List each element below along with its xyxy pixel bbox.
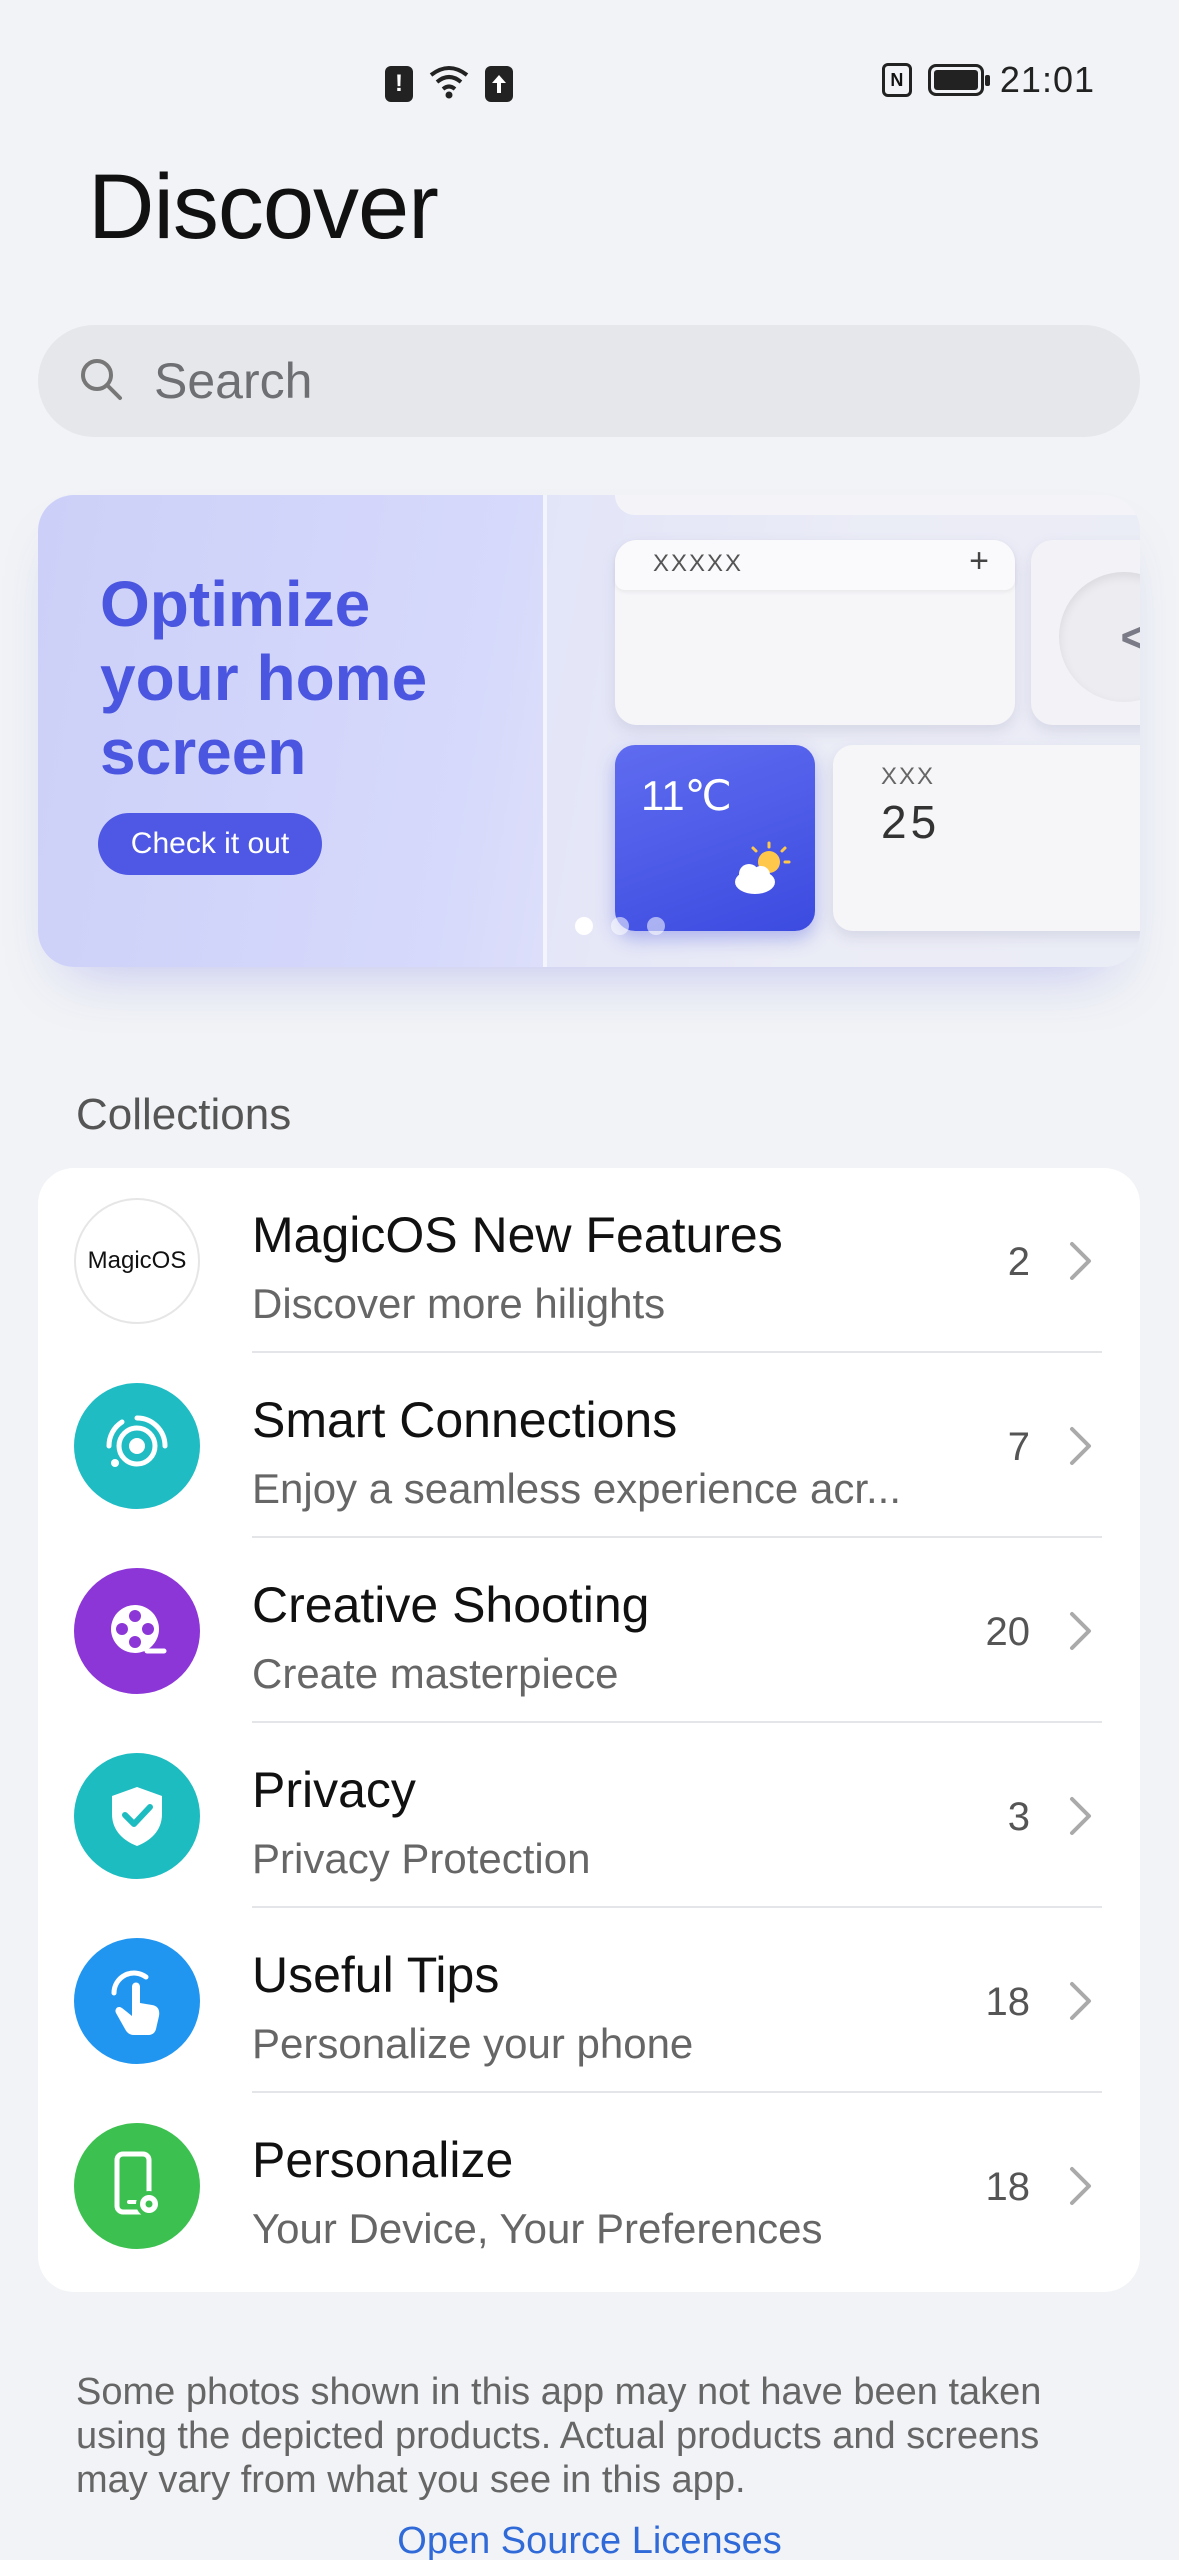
mock-weather-widget: 11℃	[615, 745, 815, 931]
chevron-right-icon	[1070, 1427, 1091, 1465]
carousel-dot[interactable]	[575, 917, 593, 935]
collection-title: Privacy	[252, 1762, 416, 1818]
collection-count: 3	[1007, 1795, 1030, 1839]
collection-item-magicos[interactable]: MagicOS MagicOS New Features Discover mo…	[38, 1168, 1140, 1353]
mock-number-label: XXX	[881, 763, 936, 790]
mock-number-widget: XXX 25	[833, 745, 1140, 931]
mock-widget-clock: <	[1031, 540, 1140, 725]
collection-title: Creative Shooting	[252, 1577, 650, 1633]
carousel-dot[interactable]	[647, 917, 665, 935]
chevron-right-icon	[1070, 1612, 1091, 1650]
alert-icon: !	[385, 65, 413, 102]
collection-count: 18	[985, 1980, 1031, 2024]
collection-subtitle: Create masterpiece	[252, 1650, 619, 1697]
collection-subtitle: Privacy Protection	[252, 1835, 591, 1882]
page-title: Discover	[88, 156, 439, 258]
shield-check-icon	[74, 1753, 200, 1879]
collection-title: MagicOS New Features	[252, 1207, 783, 1263]
magicos-logo-icon: MagicOS	[74, 1198, 200, 1324]
mock-widget-wide: XXXXX +	[615, 540, 1015, 725]
collection-count: 18	[985, 2165, 1031, 2209]
chevron-left-icon: <	[1119, 599, 1140, 675]
collection-title: Smart Connections	[252, 1392, 678, 1448]
battery-icon	[927, 64, 990, 96]
collection-item-useful-tips[interactable]: Useful Tips Personalize your phone 18	[38, 1908, 1140, 2093]
nfc-icon: N	[881, 63, 912, 97]
connection-icon	[74, 1383, 200, 1509]
search-icon	[76, 354, 126, 409]
banner-illustration: XXXXX + < 11℃ XXX 25	[543, 495, 1140, 967]
carousel-dot[interactable]	[611, 917, 629, 935]
collection-item-privacy[interactable]: Privacy Privacy Protection 3	[38, 1723, 1140, 1908]
collection-count: 7	[1007, 1425, 1030, 1469]
plus-icon: +	[969, 542, 989, 580]
collection-subtitle: Enjoy a seamless experience acr...	[252, 1465, 901, 1512]
status-bar: ! N 21:01	[0, 55, 1179, 105]
search-input[interactable]	[154, 352, 1054, 410]
mock-number-value: 25	[881, 796, 941, 848]
promo-banner[interactable]: Optimize your home screen Check it out X…	[38, 495, 1140, 967]
status-icons-right: N 21:01	[881, 55, 1095, 105]
weather-temp: 11℃	[641, 772, 732, 819]
phone-gear-icon	[74, 2123, 200, 2249]
status-time: 21:01	[999, 59, 1095, 100]
status-icons-center: !	[385, 63, 513, 104]
collections-heading: Collections	[76, 1090, 292, 1139]
sun-cloud-icon	[727, 840, 797, 905]
upload-icon	[485, 65, 513, 102]
collection-item-smart-connections[interactable]: Smart Connections Enjoy a seamless exper…	[38, 1353, 1140, 1538]
chevron-right-icon	[1070, 1982, 1091, 2020]
wifi-icon	[427, 63, 471, 104]
carousel-dots[interactable]	[575, 917, 665, 935]
film-reel-icon	[74, 1568, 200, 1694]
chevron-right-icon	[1070, 1797, 1091, 1835]
collection-subtitle: Discover more hilights	[252, 1280, 666, 1327]
tap-hand-icon	[74, 1938, 200, 2064]
chevron-right-icon	[1070, 2167, 1091, 2205]
collections-list: MagicOS MagicOS New Features Discover mo…	[38, 1168, 1140, 2292]
collection-title: Useful Tips	[252, 1947, 500, 2003]
collection-count: 2	[1007, 1240, 1030, 1284]
collection-item-personalize[interactable]: Personalize Your Device, Your Preference…	[38, 2093, 1140, 2278]
collection-subtitle: Your Device, Your Preferences	[252, 2205, 823, 2252]
disclaimer-text: Some photos shown in this app may not ha…	[76, 2371, 1042, 2501]
chevron-right-icon	[1070, 1242, 1091, 1280]
check-it-out-button[interactable]: Check it out	[98, 813, 322, 875]
collection-subtitle: Personalize your phone	[252, 2020, 694, 2067]
collection-count: 20	[985, 1610, 1031, 1654]
collection-title: Personalize	[252, 2132, 514, 2188]
search-bar[interactable]	[38, 325, 1140, 437]
collection-item-creative-shooting[interactable]: Creative Shooting Create masterpiece 20	[38, 1538, 1140, 1723]
banner-headline: Optimize your home screen	[100, 568, 428, 788]
open-source-licenses-link[interactable]: Open Source Licenses	[0, 2520, 1179, 2560]
mock-widget-label: XXXXX	[653, 550, 744, 577]
